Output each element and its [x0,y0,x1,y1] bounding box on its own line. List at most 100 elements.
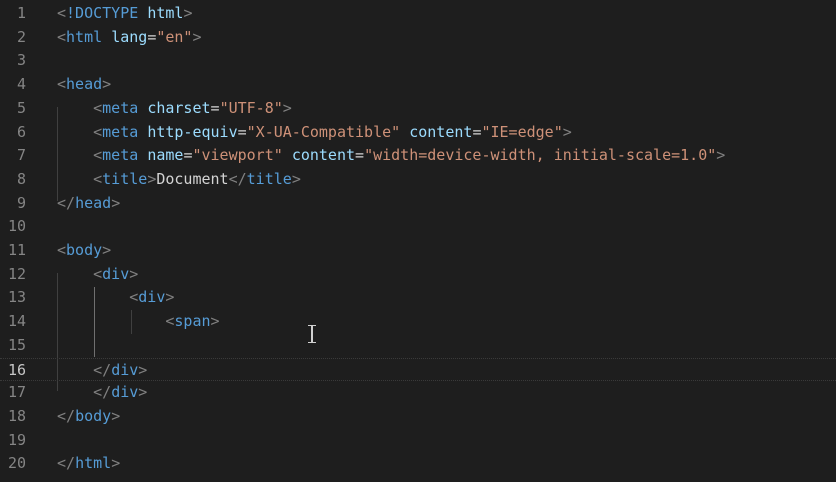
line-code[interactable]: <span> [57,310,220,334]
code-token: > [716,146,726,165]
line-code[interactable]: <html lang="en"> [57,26,202,50]
code-line[interactable]: 9 </head> [0,192,836,216]
code-line[interactable]: 8 <title>Document</title> [0,168,836,192]
line-code[interactable]: <meta charset="UTF-8"> [57,97,292,121]
code-line[interactable]: 20 </html> [0,452,836,476]
line-number: 20 [7,454,26,473]
code-token: title [102,169,148,188]
line-code[interactable]: <div> [57,263,138,287]
code-token: < [57,75,67,94]
code-line[interactable]: 13 <div> [0,286,836,310]
line-number: 18 [7,406,26,425]
code-token: meta [102,122,139,141]
line-number: 4 [16,75,26,94]
line-code[interactable]: </body> [57,405,120,429]
code-line[interactable]: 17 </div> [0,381,836,405]
line-code[interactable]: <meta http-equiv="X-UA-Compatible" conte… [57,121,572,145]
code-line[interactable]: 11 <body> [0,239,836,263]
code-token: div [102,264,130,283]
line-number: 5 [16,98,26,117]
code-token: > [129,264,139,283]
code-editor[interactable]: 1 <!DOCTYPE html> 2 <html lang="en"> 3 4 <head… [0,0,836,482]
code-token: > [111,193,121,212]
line-code[interactable]: <body> [57,239,111,263]
line-number: 13 [7,288,26,307]
line-number: 9 [16,193,26,212]
code-token: </ [93,383,112,402]
code-token: meta [102,146,139,165]
line-code[interactable]: </div> [57,359,147,383]
code-token: div [111,360,139,379]
code-token: http-equiv [147,122,238,141]
line-number: 6 [16,122,26,141]
code-token: > [210,312,220,331]
code-token: "UTF-8" [219,98,283,117]
line-number: 16 [7,360,26,379]
code-token: head [66,75,103,94]
code-token: </ [228,169,247,188]
code-line[interactable]: 1 <!DOCTYPE html> [0,2,836,26]
line-number: 8 [16,169,26,188]
code-token: > [165,288,175,307]
code-line[interactable]: 5 <meta charset="UTF-8"> [0,97,836,121]
code-line[interactable]: 19 [0,429,836,453]
code-token: name [147,146,184,165]
code-token: = [147,27,157,46]
code-token: < [93,264,103,283]
code-line[interactable]: 14 <span> [0,310,836,334]
code-token: html [147,4,184,22]
code-line[interactable]: 2 <html lang="en"> [0,26,836,50]
code-token: > [291,169,301,188]
line-code[interactable]: <!DOCTYPE html> [57,2,192,26]
line-number: 2 [16,27,26,46]
line-code[interactable]: <div> [57,286,174,310]
code-token: content [291,146,356,165]
code-token: head [75,193,112,212]
code-token: !DOCTYPE [66,4,139,22]
code-token: meta [102,98,139,117]
line-code[interactable]: <meta name="viewport" content="width=dev… [57,144,725,168]
code-token: > [111,454,121,473]
code-token: < [93,122,103,141]
code-token: > [102,241,112,259]
code-token: </ [57,406,76,425]
code-token: > [102,75,112,94]
code-line[interactable]: 15 [0,334,836,358]
line-code[interactable]: </html> [57,452,120,476]
code-token: span [174,312,211,331]
code-line[interactable]: 4 <head> [0,73,836,97]
code-token: div [111,383,139,402]
line-number: 15 [7,335,26,354]
code-line[interactable]: 12 <div> [0,263,836,287]
code-token: Document [156,169,229,188]
code-line[interactable]: 6 <meta http-equiv="X-UA-Compatible" con… [0,121,836,145]
code-line[interactable]: 7 <meta name="viewport" content="width=d… [0,144,836,168]
code-line[interactable]: 16 </div> [0,357,836,383]
code-token: "viewport" [192,146,283,165]
code-token: "en" [156,27,193,46]
text-cursor-icon [307,325,317,343]
code-token: > [562,122,572,141]
code-token: > [147,169,157,188]
code-token: < [57,27,67,46]
line-code[interactable]: </head> [57,192,120,216]
line-number: 3 [16,51,26,70]
line-code[interactable]: <title>Document</title> [57,168,301,192]
line-code[interactable]: </div> [57,381,147,405]
code-token: > [183,4,193,22]
code-line[interactable]: 10 [0,215,836,239]
line-code[interactable]: <head> [57,73,111,97]
line-number: 10 [7,217,26,236]
line-number: 12 [7,264,26,283]
code-line[interactable]: 3 [0,49,836,73]
code-line[interactable]: 18 </body> [0,405,836,429]
